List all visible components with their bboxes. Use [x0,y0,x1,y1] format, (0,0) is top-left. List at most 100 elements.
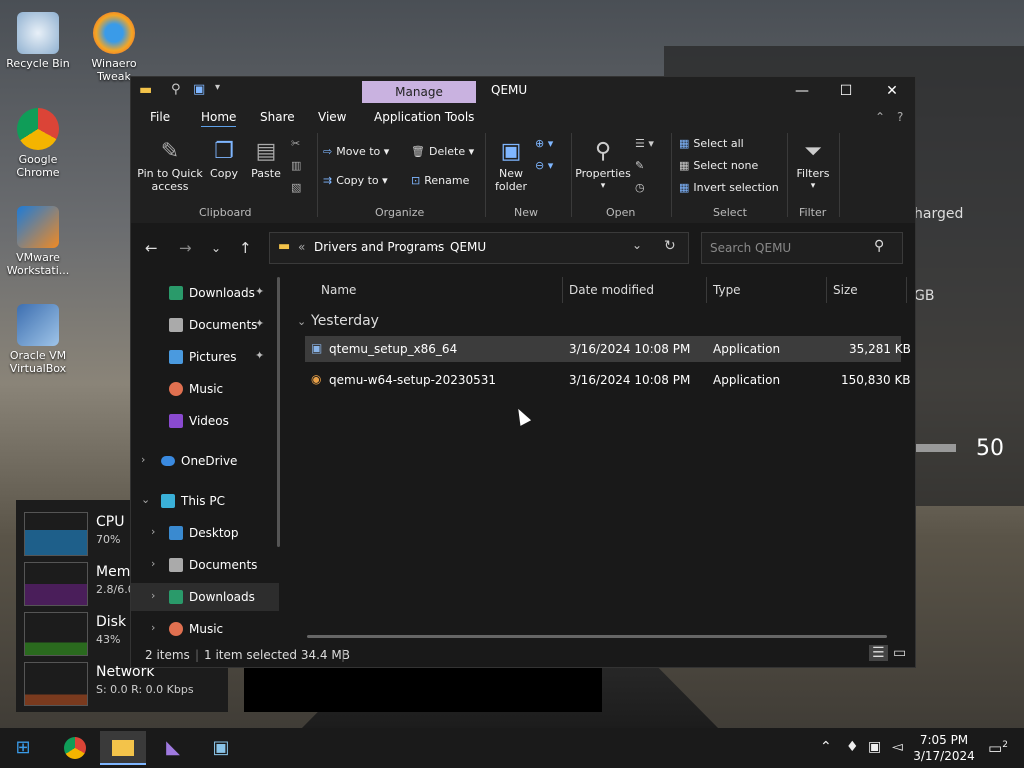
sidebar-item-music[interactable]: Music [131,375,279,403]
chevron-down-icon[interactable]: ⌄ [632,238,642,252]
easy-access-icon[interactable]: ⊖ ▾ [535,159,553,172]
address-bar[interactable]: ▬ « Drivers and Programs › QEMU ⌄ ↻ [269,232,689,264]
chevron-down-icon[interactable]: ⌄ [297,315,306,328]
quick-access-dropdown-icon[interactable]: ▾ [215,82,220,93]
sidebar-scrollbar[interactable] [277,277,280,547]
taskbar-file-explorer[interactable] [100,731,146,765]
horizontal-scrollbar[interactable] [307,635,887,638]
pin-quick-access-button[interactable]: ✎ Pin to Quick access [137,139,203,193]
column-separator[interactable] [826,277,827,303]
recent-locations-button[interactable]: ⌄ [211,241,221,255]
up-button[interactable]: ↑ [239,239,252,257]
cut-icon[interactable]: ✂ [291,137,300,150]
search-input[interactable]: Search QEMU [710,241,791,255]
taskbar-chrome[interactable] [52,731,98,765]
column-header-name[interactable]: Name [321,283,356,297]
start-button[interactable]: ⊞ [0,731,46,765]
sidebar-item-this-pc[interactable]: ⌄ This PC [131,487,279,515]
breadcrumb-qemu[interactable]: QEMU [450,240,486,254]
desktop-icon-recycle-bin[interactable]: Recycle Bin [0,12,76,70]
sidebar-item-downloads[interactable]: Downloads ✦ [131,279,279,307]
column-header-type[interactable]: Type [713,283,741,297]
chevron-right-icon[interactable]: › [151,621,155,634]
tray-droplet-icon[interactable]: ♦ [846,739,859,755]
collapse-ribbon-icon[interactable]: ⌃ [875,110,885,124]
edit-icon[interactable]: ✎ [635,159,644,172]
details-view-button[interactable]: ☰ [869,645,888,661]
sidebar-item-downloads-pc[interactable]: › Downloads [131,583,279,611]
column-header-date-modified[interactable]: Date modified [569,283,654,297]
filters-button[interactable]: ⏷ Filters ▾ [791,139,835,193]
desktop-icon-virtualbox[interactable]: Oracle VM VirtualBox [0,304,76,375]
select-all-button[interactable]: ▦ Select all [679,137,744,150]
chevron-down-icon[interactable]: ⌄ [141,493,150,506]
chevron-right-icon[interactable]: › [151,525,155,538]
sidebar-item-videos[interactable]: Videos [131,407,279,435]
title-bar[interactable]: ▬ ⚲ ▣ ▾ Manage QEMU — ☐ ✕ [131,77,915,105]
properties-button[interactable]: ⚲ Properties ▾ [575,139,631,193]
copy-path-icon[interactable]: ▥ [291,159,301,172]
column-separator[interactable] [706,277,707,303]
breadcrumb-drivers-and-programs[interactable]: Drivers and Programs [314,240,444,254]
sidebar-item-onedrive[interactable]: › OneDrive [131,447,279,475]
chevron-right-icon[interactable]: › [151,589,155,602]
volume-mute-icon[interactable]: ◅ [892,739,903,755]
sidebar-item-documents[interactable]: Documents ✦ [131,311,279,339]
desktop-icon-vmware[interactable]: VMware Workstati... [0,206,76,277]
table-row[interactable]: ▣ qtemu_setup_x86_64 3/16/2024 10:08 PM … [305,336,911,362]
column-header-size[interactable]: Size [833,283,858,297]
sidebar-item-pictures[interactable]: Pictures ✦ [131,343,279,371]
paste-button[interactable]: ▤ Paste [247,139,285,180]
chevron-right-icon[interactable]: › [151,557,155,570]
tray-overflow-icon[interactable]: ⌃ [820,739,832,755]
address-overflow[interactable]: « [298,240,305,254]
new-item-icon[interactable]: ⊕ ▾ [535,137,553,150]
sidebar-item-music-pc[interactable]: › Music [131,615,279,643]
system-clock[interactable]: 7:05 PM 3/17/2024 [912,732,976,764]
column-separator[interactable] [562,277,563,303]
open-icon[interactable]: ☰ ▾ [635,137,654,150]
taskbar-visual-studio[interactable]: ◣ [150,731,196,765]
delete-button[interactable]: 🗑 Delete ▾ [411,145,474,158]
chevron-right-icon[interactable]: › [141,453,145,466]
desktop-icon-chrome[interactable]: Google Chrome [0,108,76,179]
sidebar-item-desktop[interactable]: › Desktop [131,519,279,547]
tab-home[interactable]: Home [201,110,237,128]
history-icon[interactable]: ◷ [635,181,645,194]
close-button[interactable]: ✕ [877,81,907,101]
new-folder-button[interactable]: ▣ New folder [491,139,531,193]
tab-application-tools[interactable]: Application Tools [374,110,474,124]
table-row[interactable]: ◉ qemu-w64-setup-20230531 3/16/2024 10:0… [305,367,911,393]
sidebar-item-label: Videos [189,414,229,428]
properties-quick-icon[interactable]: ⚲ [171,82,181,97]
file-type: Application [713,373,781,387]
tab-share[interactable]: Share [260,110,295,124]
group-header-yesterday[interactable]: Yesterday [311,313,379,329]
move-to-button[interactable]: ⇨ Move to ▾ [323,145,389,158]
forward-button[interactable]: → [179,239,192,257]
new-folder-quick-icon[interactable]: ▣ [193,82,205,97]
search-box[interactable]: Search QEMU ⚲ [701,232,903,264]
refresh-icon[interactable]: ↻ [664,238,676,254]
copy-button[interactable]: ❐ Copy [205,139,243,180]
notification-center-icon[interactable]: ▭2 [988,739,1008,757]
invert-selection-button[interactable]: ▦ Invert selection [679,181,779,194]
help-icon[interactable]: ? [897,110,903,124]
paste-shortcut-icon[interactable]: ▧ [291,181,301,194]
tab-view[interactable]: View [318,110,346,124]
network-icon[interactable]: ▣ [868,739,881,755]
maximize-button[interactable]: ☐ [831,81,861,101]
search-icon[interactable]: ⚲ [874,238,884,254]
tab-manage[interactable]: Manage [362,81,476,103]
tab-file[interactable]: File [150,110,170,124]
taskbar-app[interactable]: ▣ [198,731,244,765]
sidebar-item-documents-pc[interactable]: › Documents [131,551,279,579]
large-icons-view-button[interactable]: ▭ [893,645,906,661]
select-none-button[interactable]: ▦ Select none [679,159,758,172]
back-button[interactable]: ← [145,239,158,257]
column-separator[interactable] [906,277,907,303]
rename-button[interactable]: ⊡ Rename [411,174,469,187]
minimize-button[interactable]: — [787,81,817,101]
desktop-icon-winaero[interactable]: Winaero Tweak [76,12,152,83]
copy-to-button[interactable]: ⇉ Copy to ▾ [323,174,388,187]
